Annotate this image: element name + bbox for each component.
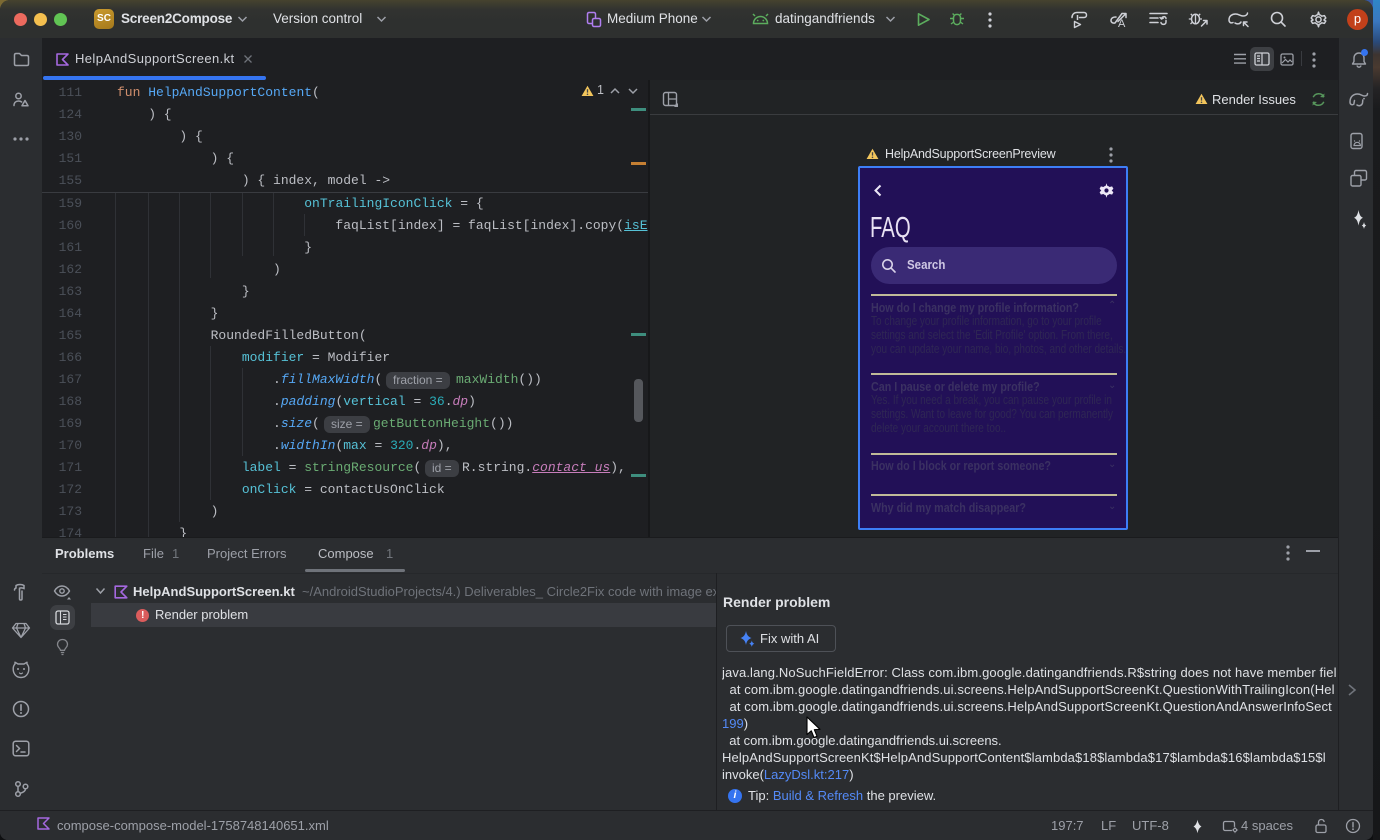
svg-text:A: A	[1118, 18, 1126, 29]
